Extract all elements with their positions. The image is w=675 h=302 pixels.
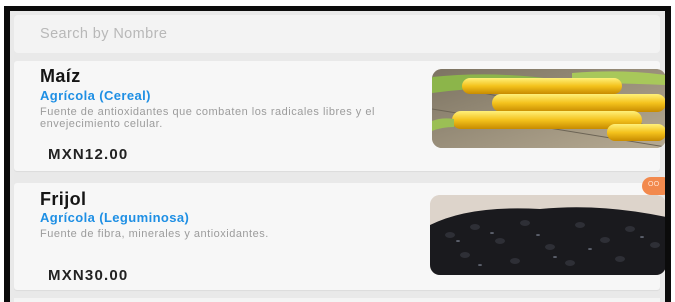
product-price: MXN30.00 [48,267,129,284]
badge-label: OO [648,181,660,188]
product-card-partial[interactable] [14,298,660,302]
product-card-maiz[interactable]: Maíz Agrícola (Cereal) Fuente de antioxi… [14,61,665,171]
product-name: Frijol [40,189,87,209]
product-description: Fuente de fibra, minerales y antioxidant… [40,228,269,240]
product-card-frijol[interactable]: Frijol Agrícola (Leguminosa) Fuente de f… [14,177,665,290]
beans-image [430,195,665,275]
search-input[interactable]: Search by Nombre [14,15,660,53]
corn-image [432,69,665,148]
product-list-screen: Search by Nombre Maíz Agrícola (Cereal) … [10,11,665,302]
device-frame: Search by Nombre Maíz Agrícola (Cereal) … [4,6,671,302]
product-category: Agrícola (Leguminosa) [40,210,190,225]
product-description: Fuente de antioxidantes que combaten los… [40,106,375,130]
search-placeholder: Search by Nombre [40,26,168,42]
black-beans-photo [430,195,665,275]
corn-photo [432,69,665,148]
product-price: MXN12.00 [48,146,129,163]
product-name: Maíz [40,66,81,86]
product-category: Agrícola (Cereal) [40,88,151,103]
badge: OO [642,177,665,195]
